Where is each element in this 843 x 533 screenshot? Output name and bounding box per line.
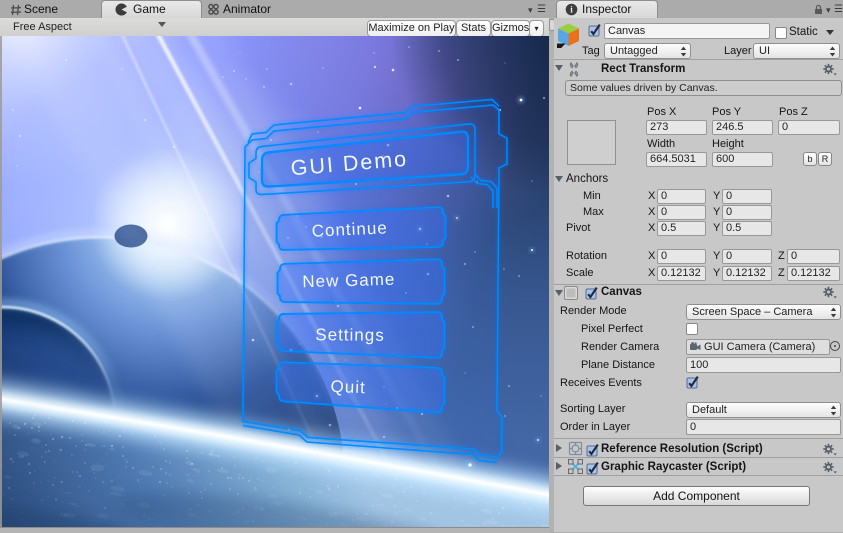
svg-text:Continue: Continue [311, 218, 388, 240]
svg-text:Settings: Settings [315, 325, 385, 345]
svg-text:Quit: Quit [330, 377, 366, 397]
svg-text:New Game: New Game [302, 270, 396, 292]
